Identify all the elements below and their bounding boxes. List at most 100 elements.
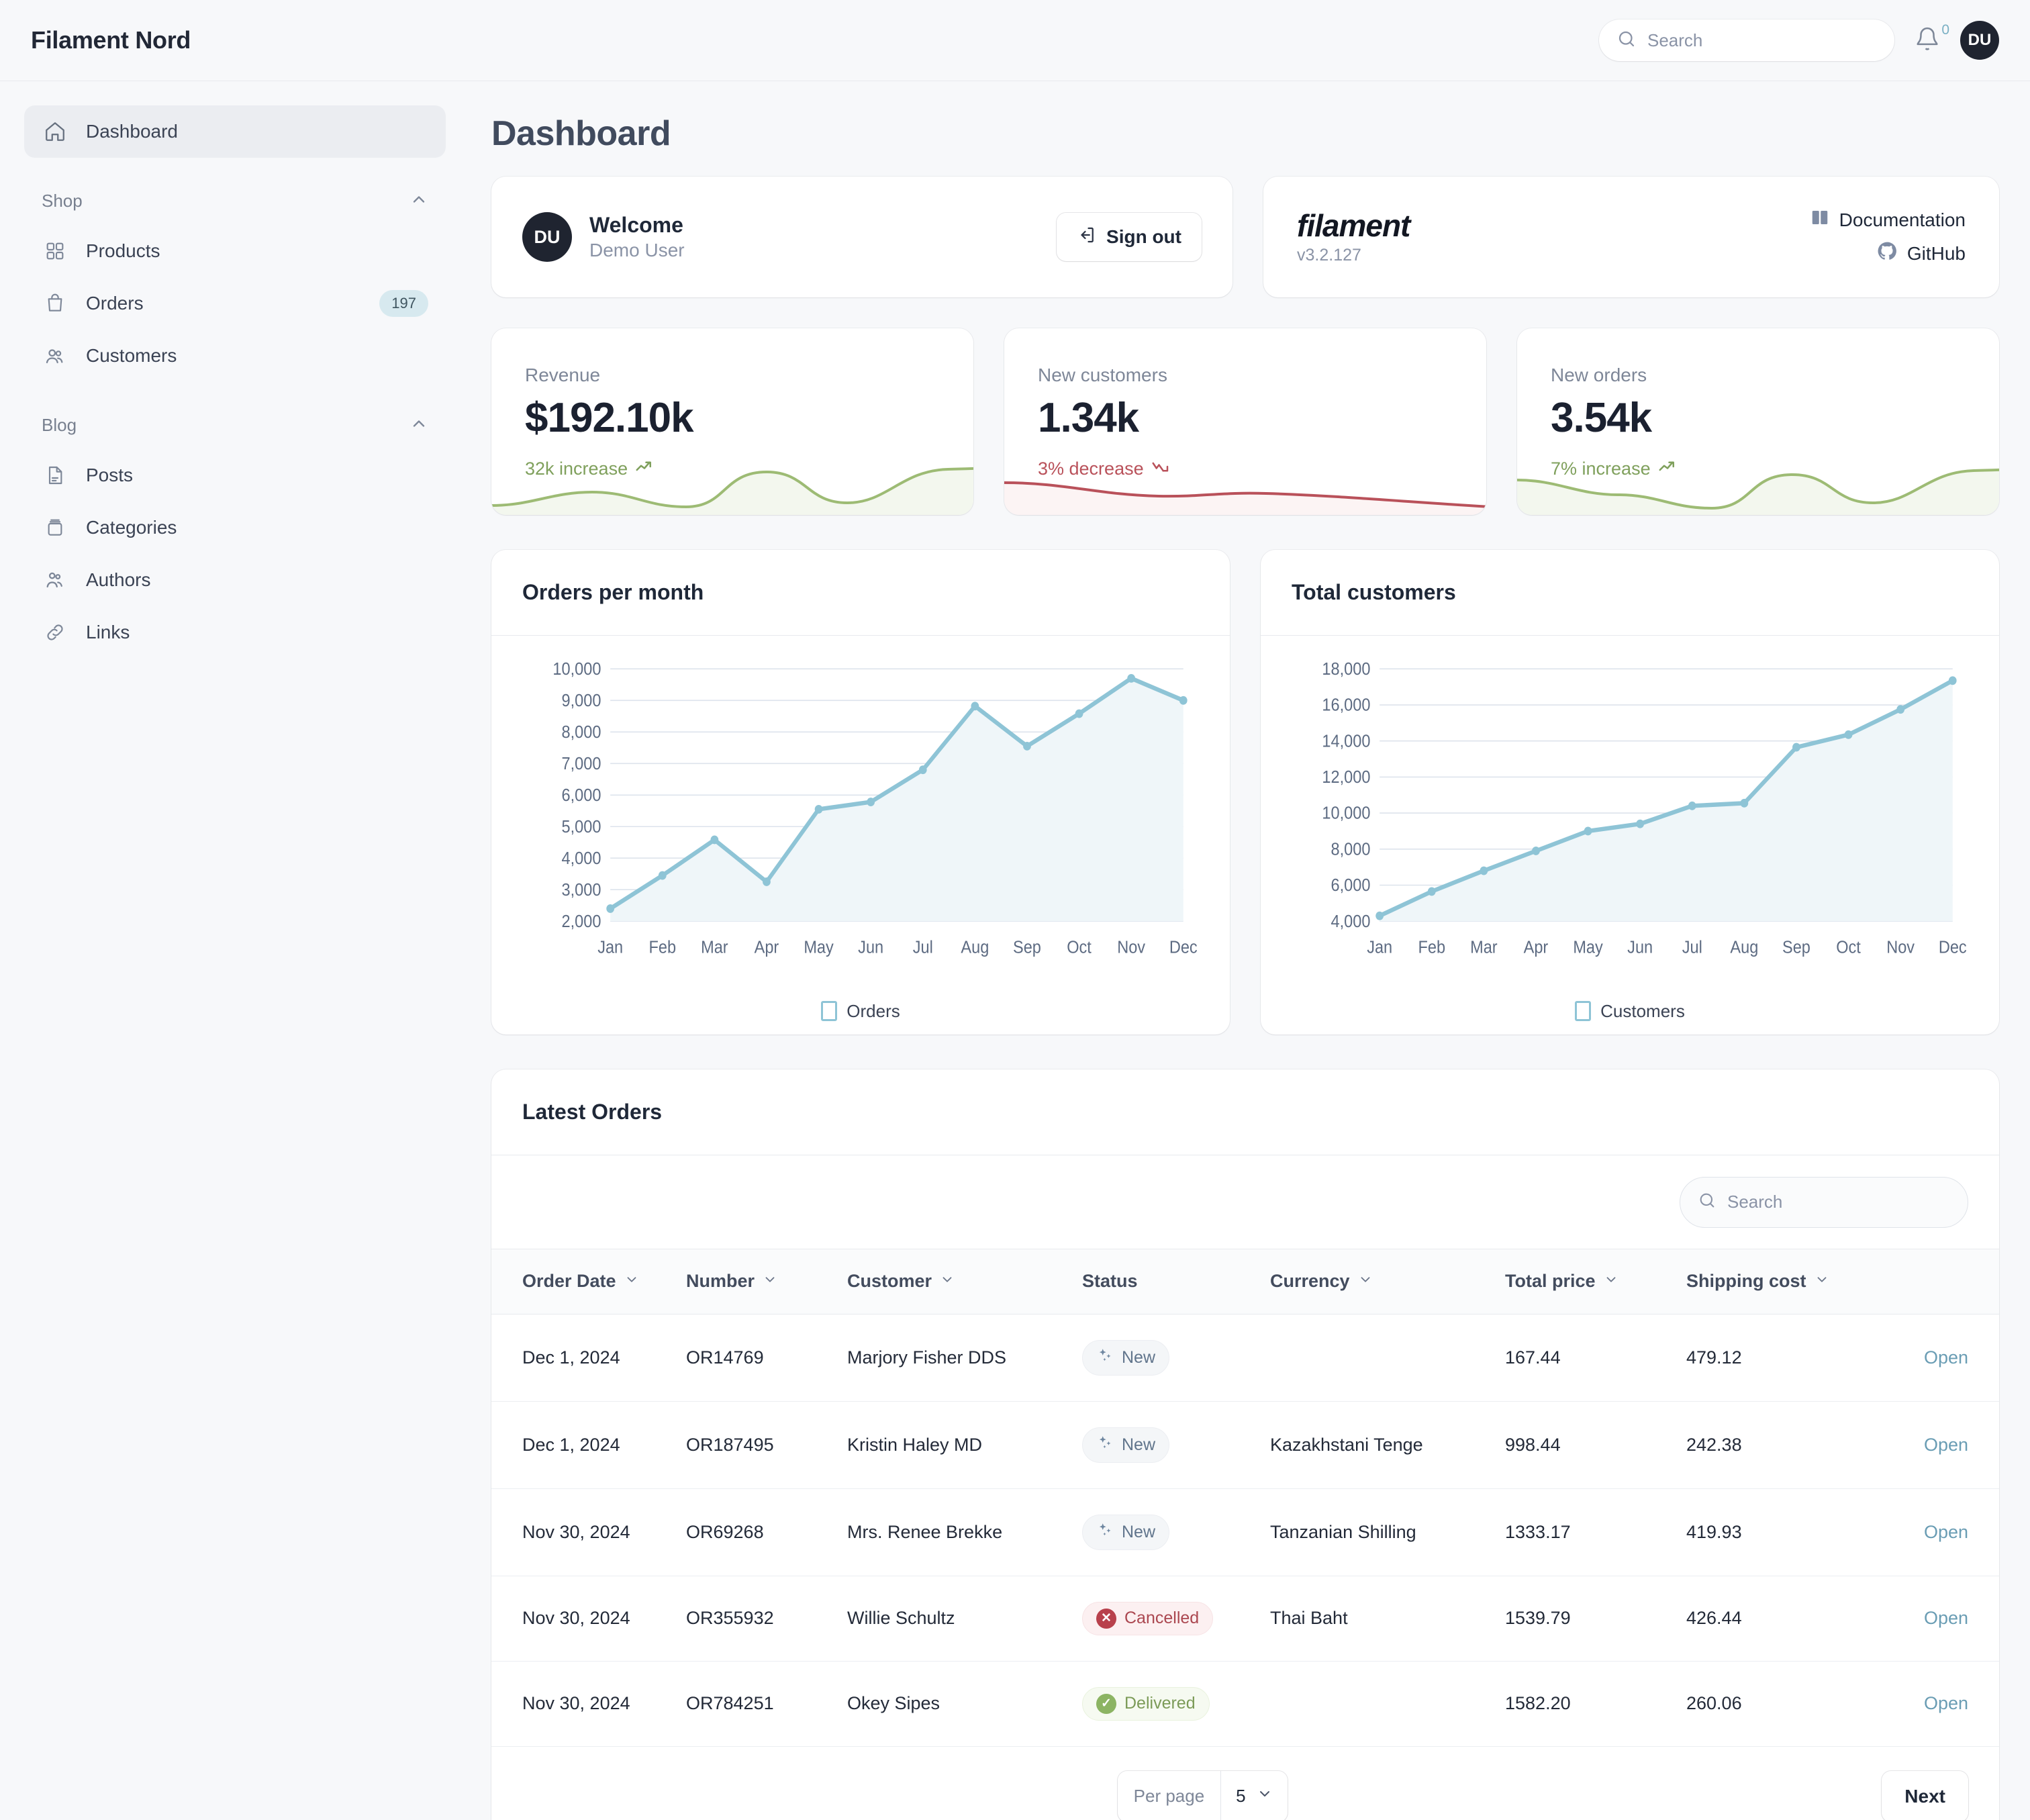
- column-header-customer[interactable]: Customer: [847, 1249, 1082, 1314]
- svg-text:Jul: Jul: [1682, 939, 1702, 957]
- legend-swatch: [1575, 1001, 1592, 1021]
- svg-text:4,000: 4,000: [1331, 912, 1371, 931]
- sidebar-item-orders[interactable]: Orders 197: [24, 277, 446, 330]
- svg-text:4,000: 4,000: [562, 849, 601, 868]
- chevron-up-icon: [409, 414, 428, 436]
- svg-text:6,000: 6,000: [562, 786, 601, 805]
- cell-order-date: Dec 1, 2024: [491, 1401, 686, 1489]
- sidebar: Dashboard Shop Products Orders 197 Custo…: [0, 81, 470, 1820]
- welcome-title: Welcome: [589, 212, 683, 237]
- sidebar-item-dashboard[interactable]: Dashboard: [24, 105, 446, 158]
- table-row[interactable]: Nov 30, 2024 OR69268 Mrs. Renee Brekke New T…: [491, 1488, 1999, 1576]
- cell-status: ✕ Cancelled: [1082, 1576, 1270, 1662]
- svg-text:6,000: 6,000: [1331, 876, 1371, 895]
- x-circle-icon: ✕: [1096, 1608, 1116, 1629]
- new-customers-sparkline: [1004, 481, 1486, 515]
- chart-card-orders-per-month: Orders per month 2,000 3,000 4,000 5,000 6,0…: [491, 550, 1230, 1035]
- sidebar-item-categories[interactable]: Categories: [24, 501, 446, 554]
- global-search-input[interactable]: Search: [1599, 19, 1894, 61]
- column-header-order-date[interactable]: Order Date: [491, 1249, 686, 1314]
- notifications-button[interactable]: 0: [1912, 22, 1949, 56]
- chart-plot-area: 4,000 6,000 8,000 10,000 12,000 14,000 16,000 1…: [1261, 636, 1999, 988]
- open-order-link[interactable]: Open: [1924, 1608, 1968, 1628]
- status-label: New: [1122, 1347, 1156, 1367]
- per-page-value: 5: [1236, 1786, 1246, 1806]
- sidebar-item-label: Orders: [86, 293, 144, 314]
- chart-legend[interactable]: Customers: [1261, 988, 1999, 1035]
- stats-row: Revenue $192.10k 32k increase New custom…: [491, 328, 1999, 515]
- cell-total-price: 167.44: [1505, 1314, 1686, 1402]
- svg-text:2,000: 2,000: [562, 912, 601, 931]
- svg-text:Nov: Nov: [1886, 939, 1915, 957]
- sidebar-item-label: Authors: [86, 569, 151, 590]
- cell-customer: Kristin Haley MD: [847, 1401, 1082, 1489]
- column-header-total-price[interactable]: Total price: [1505, 1249, 1686, 1314]
- sidebar-item-label: Dashboard: [86, 121, 178, 142]
- column-header-number[interactable]: Number: [686, 1249, 847, 1314]
- sidebar-item-posts[interactable]: Posts: [24, 449, 446, 501]
- welcome-avatar: DU: [522, 212, 572, 262]
- sidebar-item-label: Customers: [86, 345, 177, 366]
- per-page-select[interactable]: 5: [1220, 1770, 1287, 1820]
- column-header-currency[interactable]: Currency: [1270, 1249, 1505, 1314]
- sidebar-item-links[interactable]: Links: [24, 606, 446, 659]
- cell-order-date: Nov 30, 2024: [491, 1661, 686, 1747]
- cell-number: OR784251: [686, 1661, 847, 1747]
- users-icon: [42, 567, 68, 593]
- next-page-button[interactable]: Next: [1882, 1770, 1968, 1820]
- svg-text:10,000: 10,000: [1322, 804, 1370, 823]
- documentation-link[interactable]: Documentation: [1810, 207, 1966, 232]
- status-label: Cancelled: [1124, 1609, 1200, 1627]
- svg-text:8,000: 8,000: [562, 723, 601, 742]
- svg-text:Aug: Aug: [961, 939, 989, 957]
- cell-status: New: [1082, 1488, 1270, 1576]
- status-label: Delivered: [1124, 1694, 1196, 1713]
- github-link[interactable]: GitHub: [1876, 240, 1966, 267]
- chevron-down-icon: [940, 1271, 955, 1292]
- svg-text:Apr: Apr: [1524, 939, 1549, 957]
- sidebar-item-customers[interactable]: Customers: [24, 330, 446, 382]
- sidebar-item-label: Posts: [86, 465, 134, 485]
- new-orders-sparkline: [1517, 468, 1999, 515]
- chart-legend[interactable]: Orders: [491, 988, 1230, 1035]
- table-search-input[interactable]: Search: [1680, 1176, 1968, 1228]
- total-customers-chart: 4,000 6,000 8,000 10,000 12,000 14,000 16,000 1…: [1322, 660, 1967, 957]
- table-row[interactable]: Dec 1, 2024 OR187495 Kristin Haley MD New Ka…: [491, 1401, 1999, 1489]
- chevron-down-icon: [763, 1271, 777, 1292]
- status-badge: New: [1082, 1427, 1170, 1463]
- open-order-link[interactable]: Open: [1924, 1693, 1968, 1713]
- cell-actions: Open: [1888, 1661, 1999, 1747]
- open-order-link[interactable]: Open: [1924, 1522, 1968, 1542]
- cell-customer: Marjory Fisher DDS: [847, 1314, 1082, 1402]
- sidebar-item-products[interactable]: Products: [24, 225, 446, 277]
- sidebar-group-blog[interactable]: Blog: [24, 405, 446, 445]
- column-header-shipping-cost[interactable]: Shipping cost: [1686, 1249, 1888, 1314]
- column-header-actions: [1888, 1249, 1999, 1314]
- legend-swatch: [821, 1001, 838, 1021]
- svg-text:Apr: Apr: [755, 939, 779, 957]
- svg-text:Aug: Aug: [1730, 939, 1758, 957]
- users-icon: [42, 342, 68, 369]
- chart-header: Total customers: [1261, 550, 1999, 636]
- latest-orders-header: Latest Orders: [491, 1069, 1999, 1155]
- table-row[interactable]: Dec 1, 2024 OR14769 Marjory Fisher DDS New 1…: [491, 1314, 1999, 1402]
- cell-total-price: 1582.20: [1505, 1661, 1686, 1747]
- cell-currency: Thai Baht: [1270, 1576, 1505, 1662]
- svg-text:9,000: 9,000: [562, 691, 601, 710]
- open-order-link[interactable]: Open: [1924, 1435, 1968, 1455]
- per-page-selector[interactable]: Per page 5: [1117, 1770, 1288, 1820]
- sign-out-button[interactable]: Sign out: [1057, 213, 1202, 261]
- table-body: Dec 1, 2024 OR14769 Marjory Fisher DDS New 1…: [491, 1314, 1999, 1747]
- chevron-down-icon: [1358, 1271, 1373, 1292]
- table-row[interactable]: Nov 30, 2024 OR784251 Okey Sipes ✓ Delivered…: [491, 1661, 1999, 1747]
- sidebar-group-shop[interactable]: Shop: [24, 181, 446, 221]
- user-avatar[interactable]: DU: [1960, 21, 1999, 60]
- table-row[interactable]: Nov 30, 2024 OR355932 Willie Schultz ✕ Cance…: [491, 1576, 1999, 1662]
- sparkles-icon: [1096, 1347, 1114, 1369]
- svg-text:Dec: Dec: [1939, 939, 1967, 957]
- sidebar-item-authors[interactable]: Authors: [24, 554, 446, 606]
- orders-count-badge: 197: [379, 290, 428, 317]
- svg-text:8,000: 8,000: [1331, 840, 1371, 859]
- open-order-link[interactable]: Open: [1924, 1347, 1968, 1368]
- column-header-label: Currency: [1270, 1271, 1350, 1292]
